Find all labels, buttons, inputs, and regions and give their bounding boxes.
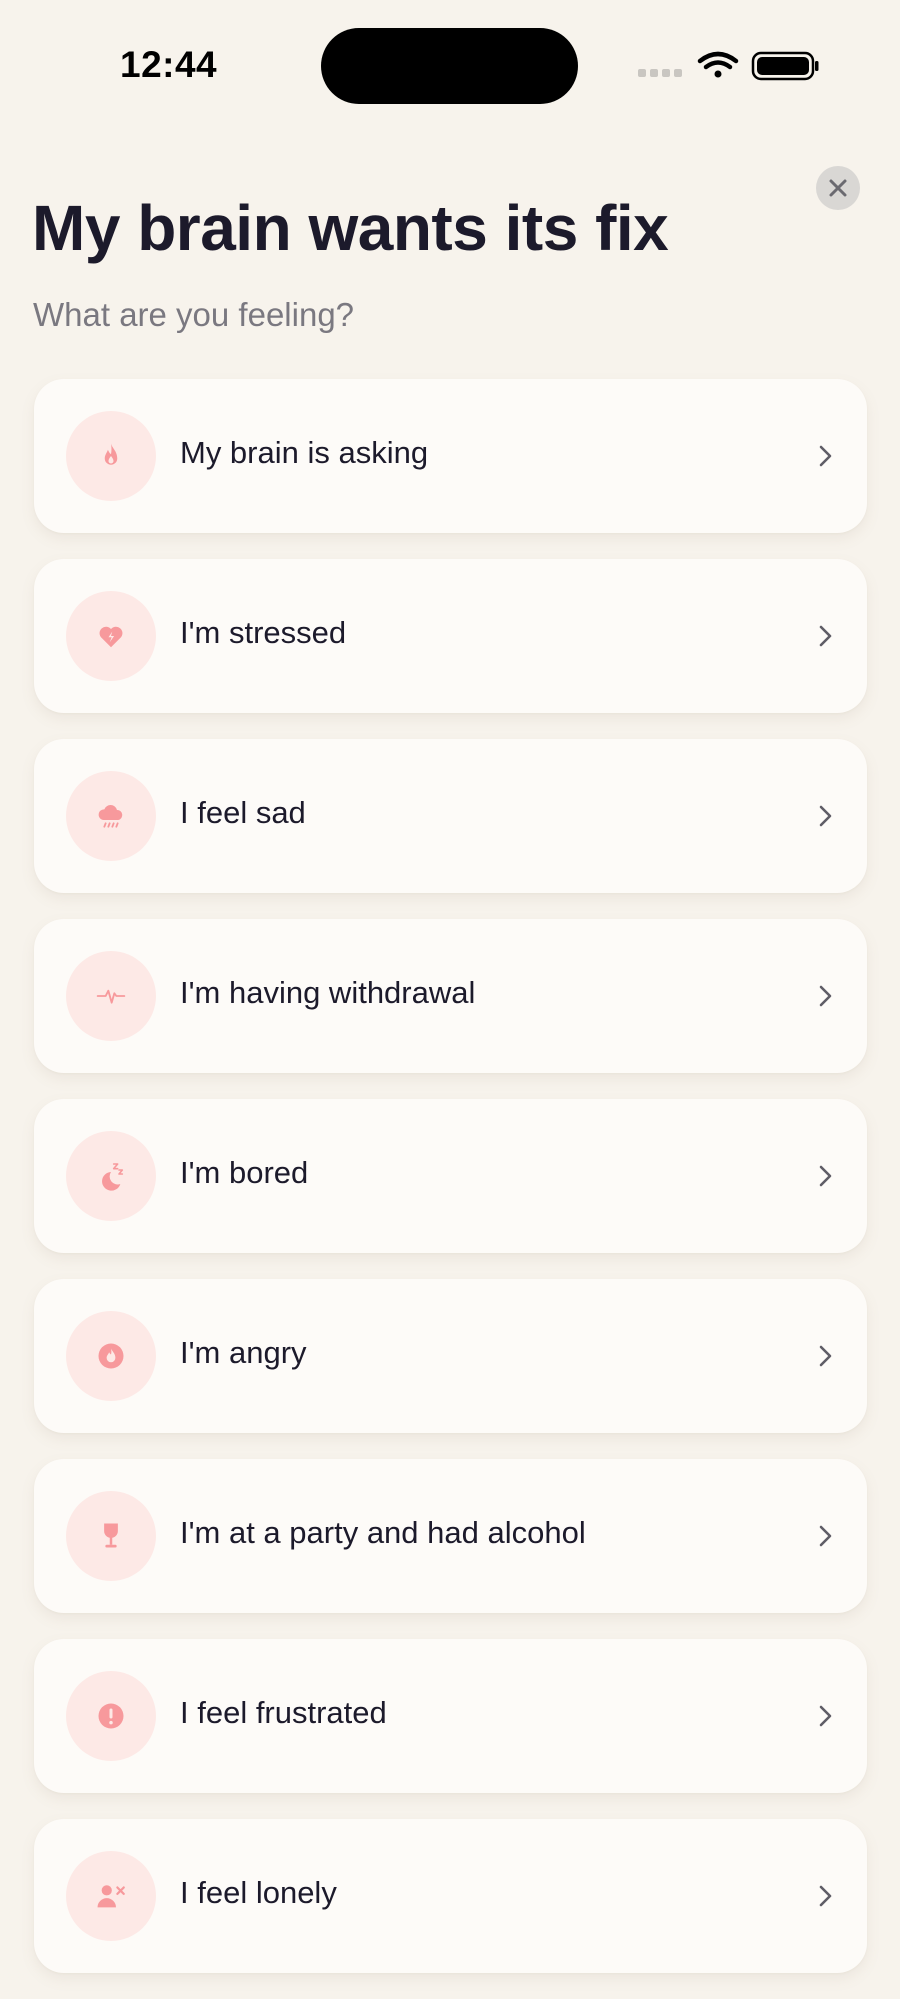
feeling-icon-badge (66, 1671, 156, 1761)
page-title: My brain wants its fix (32, 192, 669, 264)
chevron-right-icon (819, 985, 832, 1007)
flame-icon (104, 443, 118, 465)
feeling-label: I'm stressed (180, 615, 347, 650)
feelings-list: My brain is asking I'm stressed I feel s… (34, 379, 867, 1999)
wine-glass-icon (104, 1523, 118, 1548)
feeling-item-stressed[interactable]: I'm stressed (34, 559, 867, 713)
chevron-right-icon (819, 1165, 832, 1187)
feeling-label: I'm having withdrawal (180, 975, 476, 1010)
chevron-right-icon (819, 805, 832, 827)
chevron-right-icon (819, 625, 832, 647)
feeling-label: I'm bored (180, 1155, 309, 1190)
feeling-icon-badge (66, 951, 156, 1041)
feeling-item-withdrawal[interactable]: I'm having withdrawal (34, 919, 867, 1073)
feeling-icon-badge (66, 1491, 156, 1581)
feeling-icon-badge (66, 1851, 156, 1941)
status-time: 12:44 (120, 44, 218, 85)
feeling-icon-badge (66, 771, 156, 861)
page-subtitle: What are you feeling? (33, 296, 355, 333)
feeling-item-bored[interactable]: I'm bored (34, 1099, 867, 1253)
dynamic-island (321, 28, 578, 104)
flame-circle-icon (98, 1343, 124, 1369)
chevron-right-icon (819, 1345, 832, 1367)
wifi-icon (697, 51, 739, 78)
chevron-right-icon (819, 1705, 832, 1727)
battery-icon (751, 51, 819, 81)
status-bar: 12:44 (0, 0, 900, 130)
feeling-label: I feel sad (180, 795, 306, 830)
status-icons (636, 50, 820, 82)
heart-bolt-icon (99, 626, 123, 648)
feeling-icon-badge (66, 411, 156, 501)
cellular-signal-icon (638, 69, 682, 77)
feeling-icon-badge (66, 1131, 156, 1221)
close-icon (829, 179, 847, 197)
feeling-item-brain-asking[interactable]: My brain is asking (34, 379, 867, 533)
feeling-item-frustrated[interactable]: I feel frustrated (34, 1639, 867, 1793)
feeling-label: I'm at a party and had alcohol (180, 1515, 586, 1550)
feeling-label: I feel lonely (180, 1875, 337, 1910)
feeling-label: My brain is asking (180, 435, 429, 470)
chevron-right-icon (819, 1525, 832, 1547)
feeling-item-lonely[interactable]: I feel lonely (34, 1819, 867, 1973)
feeling-icon-badge (66, 1311, 156, 1401)
feeling-label: I feel frustrated (180, 1695, 387, 1730)
chevron-right-icon (819, 445, 832, 467)
alert-circle-icon (98, 1703, 124, 1729)
feeling-icon-badge (66, 591, 156, 681)
pulse-icon (96, 989, 126, 1004)
rain-cloud-icon (98, 805, 123, 828)
feeling-item-sad[interactable]: I feel sad (34, 739, 867, 893)
feeling-item-party-alcohol[interactable]: I'm at a party and had alcohol (34, 1459, 867, 1613)
moon-zzz-icon (102, 1163, 124, 1191)
person-x-icon (97, 1885, 125, 1908)
feeling-label: I'm angry (180, 1335, 307, 1370)
close-button[interactable] (816, 166, 860, 210)
feeling-item-angry[interactable]: I'm angry (34, 1279, 867, 1433)
chevron-right-icon (819, 1885, 832, 1907)
